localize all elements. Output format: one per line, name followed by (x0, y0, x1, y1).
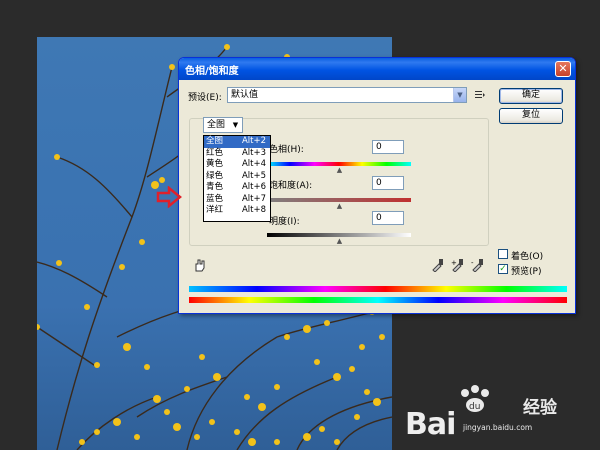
channel-option-name: 黄色 (206, 159, 224, 169)
baidu-jingyan-watermark: du Bai 经验 jingyan.baidu.com (405, 385, 595, 445)
channel-option[interactable]: 青色 Alt+6 (204, 182, 270, 194)
channel-option[interactable]: 全图 Alt+2 (204, 136, 270, 148)
channel-option[interactable]: 蓝色 Alt+7 (204, 194, 270, 206)
channel-option-name: 红色 (206, 147, 224, 158)
channel-option[interactable]: 洋红 Alt+8 (204, 205, 270, 217)
channel-option-shortcut: Alt+8 (241, 205, 266, 215)
eyedropper-plus-icon[interactable]: + (451, 258, 463, 272)
chevron-down-icon: ▼ (453, 88, 466, 102)
svg-text:+: + (451, 259, 457, 267)
lightness-label: 明度(I): (269, 217, 300, 227)
channel-option-name: 蓝色 (206, 193, 224, 204)
channel-option-shortcut: Alt+5 (241, 170, 266, 181)
channel-option-name: 洋红 (206, 205, 224, 215)
channel-option-shortcut: Alt+7 (241, 193, 266, 204)
channel-option-shortcut: Alt+4 (241, 159, 266, 169)
colorize-checkbox[interactable] (498, 249, 508, 259)
hue-slider-thumb[interactable]: ▲ (336, 167, 343, 174)
paw-logo-icon: du (461, 385, 489, 412)
channel-option-name: 全图 (206, 136, 224, 146)
channel-option-shortcut: Alt+2 (241, 136, 266, 146)
channel-value: 全图 (207, 120, 226, 130)
hand-tool-icon[interactable] (193, 258, 207, 272)
channel-option-shortcut: Alt+6 (241, 182, 266, 192)
colorize-label: 着色(O) (511, 252, 544, 262)
source-spectrum-bar (189, 286, 567, 292)
hue-input[interactable]: 0 (372, 140, 404, 154)
watermark-brand: Bai (405, 407, 456, 442)
saturation-input[interactable]: 0 (372, 176, 404, 190)
channel-option[interactable]: 绿色 Alt+5 (204, 171, 270, 183)
eyedropper-minus-icon[interactable]: - (471, 258, 483, 272)
ok-button[interactable]: 确定 (499, 88, 563, 104)
channel-option-shortcut: Alt+3 (241, 147, 266, 158)
dialog-title-bar[interactable]: 色相/饱和度 (179, 58, 575, 80)
channel-option[interactable]: 黄色 Alt+4 (204, 159, 270, 171)
channel-option-name: 青色 (206, 182, 224, 192)
svg-text:-: - (471, 259, 474, 267)
svg-text:du: du (469, 402, 480, 412)
channel-option[interactable]: 红色 Alt+3 (204, 148, 270, 160)
preset-value: 默认值 (231, 90, 259, 100)
hue-saturation-dialog: 色相/饱和度 ✕ 预设(E): 默认值 ▼ 确定 复位 全图 ▼ 色相(H): … (178, 57, 576, 314)
channel-select[interactable]: 全图 ▼ (203, 117, 243, 133)
red-arrow-annotation (156, 186, 182, 208)
preset-select[interactable]: 默认值 ▼ (227, 87, 467, 103)
channel-dropdown-list: 全图 Alt+2 红色 Alt+3 黄色 Alt+4 绿色 Alt+5 青色 Alt+6 蓝色 Alt… (203, 135, 271, 222)
result-spectrum-bar (189, 297, 567, 303)
reset-button[interactable]: 复位 (499, 108, 563, 124)
dialog-title: 色相/饱和度 (185, 66, 239, 77)
watermark-brand-suffix: 经验 (523, 398, 557, 418)
preview-label: 预览(P) (511, 267, 542, 277)
lightness-slider-thumb[interactable]: ▲ (336, 238, 343, 245)
hue-label: 色相(H): (269, 145, 304, 155)
saturation-label: 饱和度(A): (269, 181, 313, 191)
preset-options-icon[interactable] (475, 90, 485, 100)
preview-checkbox[interactable]: ✓ (498, 264, 508, 274)
close-button[interactable]: ✕ (555, 61, 571, 77)
chevron-down-icon: ▼ (229, 118, 242, 132)
eyedropper-icon[interactable] (431, 258, 443, 272)
channel-option-name: 绿色 (206, 170, 224, 181)
lightness-input[interactable]: 0 (372, 211, 404, 225)
watermark-url: jingyan.baidu.com (463, 423, 533, 432)
preset-label: 预设(E): (188, 93, 222, 103)
saturation-slider-thumb[interactable]: ▲ (336, 203, 343, 210)
